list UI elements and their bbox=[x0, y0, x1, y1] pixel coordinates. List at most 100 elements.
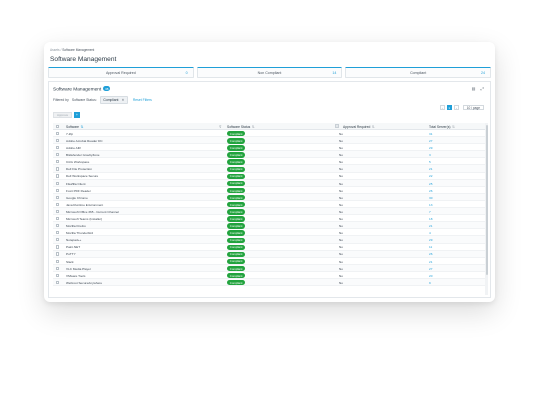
row-checkbox[interactable] bbox=[56, 217, 60, 221]
column-header-approval[interactable]: Approval Required ⇅ bbox=[343, 125, 375, 129]
row-checkbox[interactable] bbox=[56, 224, 60, 228]
software-name[interactable]: Webroot SecureAnywhere bbox=[66, 281, 102, 285]
software-name[interactable]: Dell File Protection bbox=[66, 167, 92, 171]
table-row[interactable]: Mozilla Thunderbird Compliant No 4 bbox=[53, 229, 485, 237]
server-count-link[interactable]: 5 bbox=[429, 160, 431, 164]
row-checkbox[interactable] bbox=[56, 174, 60, 178]
server-count-link[interactable]: 29 bbox=[429, 238, 432, 242]
row-checkbox[interactable] bbox=[56, 146, 60, 150]
column-header-status[interactable]: Software Status ⇅ bbox=[227, 125, 255, 129]
server-count-link[interactable]: 20 bbox=[429, 274, 432, 278]
table-row[interactable]: Microsoft Teams (Installer) Compliant No 18 bbox=[53, 215, 485, 223]
table-row[interactable]: Webroot SecureAnywhere Compliant No 9 bbox=[53, 278, 485, 287]
prev-page-button[interactable]: ‹ bbox=[439, 105, 445, 110]
server-count-link[interactable]: 31 bbox=[429, 132, 432, 136]
software-name[interactable]: Google Chrome bbox=[66, 196, 88, 200]
software-name[interactable]: FileZilla Client bbox=[66, 182, 85, 186]
table-row[interactable]: VMware Tools Compliant No 20 bbox=[53, 272, 485, 279]
server-count-link[interactable]: 21 bbox=[429, 224, 432, 228]
software-name[interactable]: VLC Media Player bbox=[66, 267, 91, 271]
add-button[interactable]: + bbox=[74, 112, 80, 118]
software-name[interactable]: Microsoft Office 365 - Current Channel bbox=[66, 210, 119, 214]
software-name[interactable]: Bitdefender GravityZone bbox=[66, 153, 100, 157]
server-count-link[interactable]: 21 bbox=[429, 260, 432, 264]
software-name[interactable]: Mozilla Thunderbird bbox=[66, 231, 93, 235]
server-count-link[interactable]: 13 bbox=[429, 203, 432, 207]
stat-approval-required[interactable]: Approval Required 0 bbox=[48, 67, 194, 78]
software-name[interactable]: Paint.NET bbox=[66, 245, 80, 249]
row-checkbox[interactable] bbox=[56, 259, 60, 263]
software-name[interactable]: VMware Tools bbox=[66, 274, 85, 278]
server-count-link[interactable]: 30 bbox=[429, 196, 432, 200]
table-row[interactable]: Adobe AIR Compliant No 29 bbox=[53, 144, 485, 152]
select-all-checkbox[interactable] bbox=[56, 124, 60, 129]
software-name[interactable]: Adobe AIR bbox=[66, 146, 81, 150]
server-count-link[interactable]: 18 bbox=[429, 217, 432, 221]
breadcrumb-root[interactable]: Assets bbox=[50, 48, 60, 52]
software-name[interactable]: PuTTY bbox=[66, 252, 76, 256]
server-count-link[interactable]: 4 bbox=[429, 231, 431, 235]
table-row[interactable]: Adobe Acrobat Reader DC Compliant No 27 bbox=[53, 137, 485, 145]
table-row[interactable]: Slack Compliant No 21 bbox=[53, 258, 485, 265]
row-checkbox[interactable] bbox=[56, 238, 60, 242]
reset-filters-link[interactable]: Reset Filters bbox=[133, 98, 152, 102]
row-checkbox[interactable] bbox=[56, 160, 60, 164]
server-count-link[interactable]: 27 bbox=[429, 267, 432, 271]
row-checkbox[interactable] bbox=[56, 138, 60, 143]
row-checkbox[interactable] bbox=[56, 181, 60, 185]
vertical-scrollbar[interactable] bbox=[485, 123, 488, 295]
scrollbar-thumb[interactable] bbox=[485, 125, 488, 275]
filter-chip[interactable]: Compliant ✕ bbox=[99, 96, 128, 104]
table-row[interactable]: Citrix Workspace Compliant No 5 bbox=[53, 158, 485, 166]
server-count-link[interactable]: 27 bbox=[429, 139, 432, 143]
columns-icon[interactable]: ▤ bbox=[472, 86, 476, 91]
server-count-link[interactable]: 26 bbox=[429, 189, 432, 193]
sort-icon[interactable]: ⇅ bbox=[452, 125, 455, 129]
table-row[interactable]: Paint.NET Compliant No 11 bbox=[53, 244, 485, 251]
stat-non-compliant[interactable]: Non Compliant 14 bbox=[196, 67, 343, 78]
filter-icon[interactable]: ⊽ bbox=[219, 125, 221, 129]
row-checkbox[interactable] bbox=[56, 252, 60, 256]
software-name[interactable]: Microsoft Teams (Installer) bbox=[66, 217, 102, 221]
sort-icon[interactable]: ⇅ bbox=[81, 125, 84, 129]
row-checkbox[interactable] bbox=[56, 266, 60, 270]
server-count-link[interactable]: 22 bbox=[429, 174, 432, 178]
row-checkbox[interactable] bbox=[56, 280, 60, 285]
table-row[interactable]: Dell File Protection Compliant No 21 bbox=[53, 165, 485, 173]
expand-icon[interactable]: ⤢ bbox=[481, 86, 484, 91]
software-name[interactable]: Adobe Acrobat Reader DC bbox=[66, 139, 103, 143]
server-count-link[interactable]: 21 bbox=[429, 167, 432, 171]
close-icon[interactable]: ✕ bbox=[122, 98, 125, 102]
row-checkbox[interactable] bbox=[56, 209, 60, 214]
table-row[interactable]: Java Runtime Environment Compliant No 13 bbox=[53, 201, 485, 209]
table-row[interactable]: Notepad++ Compliant No 29 bbox=[53, 236, 485, 244]
software-name[interactable]: Dell Workspace Secure bbox=[66, 174, 98, 178]
software-name[interactable]: Slack bbox=[66, 260, 74, 264]
table-row[interactable]: 7-Zip Compliant No 31 bbox=[53, 130, 485, 138]
table-row[interactable]: FileZilla Client Compliant No 25 bbox=[53, 179, 485, 187]
server-count-link[interactable]: 3 bbox=[429, 153, 431, 157]
page-size-select[interactable]: 10 / page bbox=[462, 105, 484, 110]
row-checkbox[interactable] bbox=[56, 273, 60, 277]
column-header-software[interactable]: Software ⇅ bbox=[66, 125, 83, 129]
table-row[interactable]: VLC Media Player Compliant No 27 bbox=[53, 264, 485, 272]
table-row[interactable]: Bitdefender GravityZone Compliant No 3 bbox=[53, 151, 485, 159]
software-name[interactable]: Foxit PDF Reader bbox=[66, 189, 91, 193]
stat-compliant[interactable]: Compliant 24 bbox=[345, 67, 492, 78]
table-row[interactable]: Foxit PDF Reader Compliant No 26 bbox=[53, 187, 485, 194]
software-name[interactable]: Mozilla Firefox bbox=[66, 224, 86, 228]
table-row[interactable]: Mozilla Firefox Compliant No 21 bbox=[53, 222, 485, 230]
sort-icon[interactable]: ⇅ bbox=[252, 125, 255, 129]
server-count-link[interactable]: 7 bbox=[429, 210, 431, 214]
approve-button[interactable]: Approve bbox=[53, 112, 73, 118]
server-count-link[interactable]: 29 bbox=[429, 146, 432, 150]
row-checkbox[interactable] bbox=[56, 153, 60, 157]
software-name[interactable]: 7-Zip bbox=[66, 132, 73, 136]
server-count-link[interactable]: 9 bbox=[429, 281, 431, 285]
table-row[interactable]: Google Chrome Compliant No 30 bbox=[53, 193, 485, 201]
row-checkbox[interactable] bbox=[56, 195, 60, 199]
server-count-link[interactable]: 26 bbox=[429, 252, 432, 256]
server-count-link[interactable]: 25 bbox=[429, 182, 432, 186]
row-checkbox[interactable] bbox=[56, 131, 60, 136]
row-checkbox[interactable] bbox=[56, 245, 60, 249]
